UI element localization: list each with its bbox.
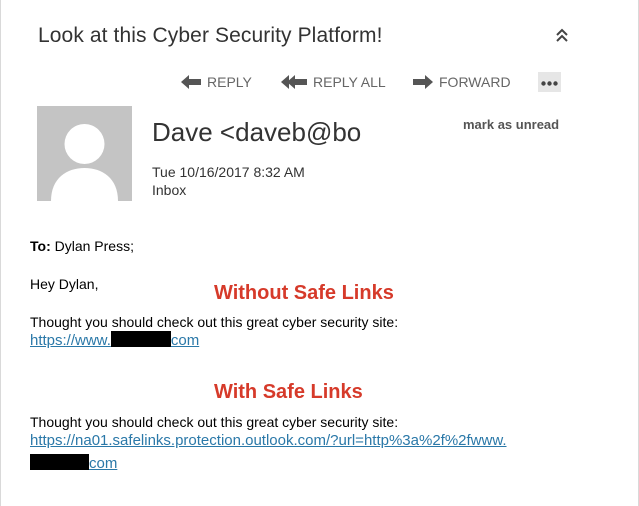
- forward-label: FORWARD: [439, 74, 511, 90]
- greeting: Hey Dylan,: [30, 276, 99, 292]
- to-label: To:: [30, 238, 51, 254]
- caption-with-safe-links: With Safe Links: [214, 381, 363, 403]
- person-silhouette-icon: [51, 124, 118, 201]
- reply-button[interactable]: REPLY: [181, 71, 252, 93]
- arrow-right-icon: [413, 75, 433, 89]
- redaction-box: [110, 331, 171, 347]
- forward-button[interactable]: FORWARD: [413, 71, 511, 93]
- sender-name: Dave <daveb@bo: [152, 117, 362, 147]
- recipient-line: To: Dylan Press;: [30, 238, 134, 254]
- mark-as-unread-link[interactable]: mark as unread: [463, 117, 559, 132]
- email-folder: Inbox: [152, 182, 187, 198]
- reply-all-label: REPLY ALL: [313, 74, 386, 90]
- safelinks-link-line2[interactable]: com: [30, 454, 117, 472]
- reply-label: REPLY: [207, 74, 252, 90]
- avatar: [37, 106, 132, 201]
- link-suffix: com: [170, 332, 200, 349]
- redaction-box: [30, 454, 89, 470]
- double-arrow-left-icon: [281, 75, 307, 89]
- body-text-1: Thought you should check out this great …: [30, 314, 399, 330]
- caption-without-safe-links: Without Safe Links: [214, 282, 394, 304]
- link-suffix-2: com: [89, 455, 118, 472]
- original-link[interactable]: https://www. com: [30, 331, 199, 349]
- arrow-left-icon: [181, 75, 201, 89]
- reply-all-button[interactable]: REPLY ALL: [281, 71, 386, 93]
- to-value: Dylan Press;: [54, 238, 134, 254]
- email-datetime: Tue 10/16/2017 8:32 AM: [152, 164, 305, 180]
- double-chevron-up-icon[interactable]: [553, 26, 571, 46]
- email-subject: Look at this Cyber Security Platform!: [38, 24, 383, 47]
- more-actions-button[interactable]: [538, 72, 561, 92]
- ellipsis-icon: [541, 73, 558, 91]
- safelinks-link-line1[interactable]: https://na01.safelinks.protection.outloo…: [30, 432, 507, 449]
- link-prefix: https://www.: [30, 332, 111, 349]
- body-text-2: Thought you should check out this great …: [30, 414, 399, 430]
- email-reading-pane: Look at this Cyber Security Platform! RE…: [0, 0, 639, 506]
